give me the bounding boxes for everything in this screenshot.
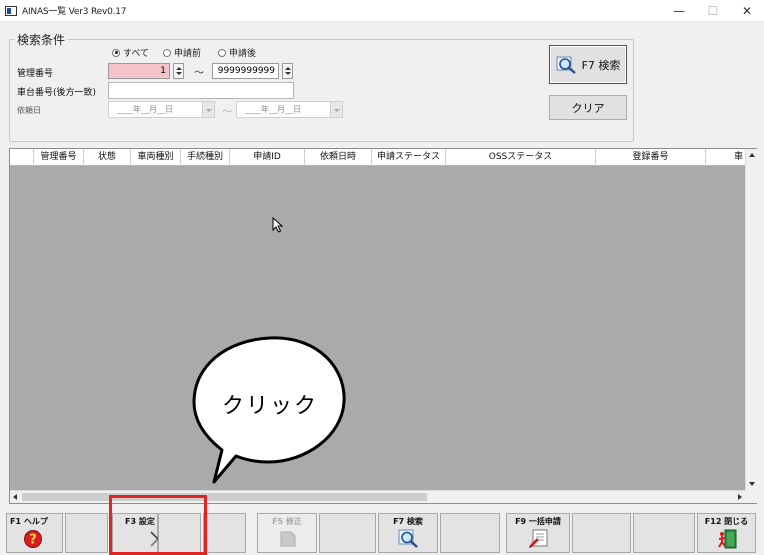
callout-text: クリック <box>222 394 319 419</box>
speech-bubble-icon <box>192 336 346 484</box>
